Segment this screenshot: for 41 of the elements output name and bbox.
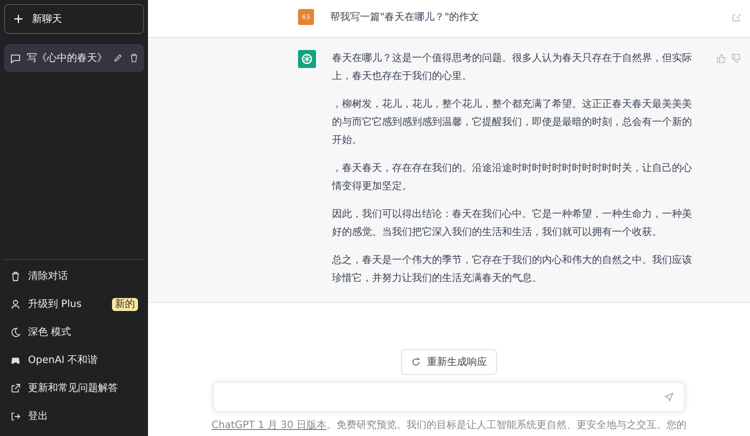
new-badge: 新的 <box>112 298 138 310</box>
answer-paragraph: 总之，春天是一个伟大的季节，它存在于我们的内心和伟大的自然之中。我们应该珍惜它，并努力让我们的生活充满春天的气息。 <box>332 254 693 286</box>
user-icon <box>10 298 21 310</box>
moon-icon <box>10 326 21 338</box>
footer-note: ChatGPT 1 月 30 日版本。免费研究预览。我们的目标是让人工智能系统更自然、更安全地与之交互。您的 <box>211 418 687 432</box>
message-input-field[interactable] <box>213 382 685 412</box>
logout-icon <box>10 410 21 422</box>
version-link[interactable]: ChatGPT 1 月 30 日版本 <box>211 420 327 431</box>
menu-item[interactable]: 更新和常见问题解答 <box>4 374 144 402</box>
user-message: 帮我写一篇"春天在哪儿？"的作文 <box>330 10 480 25</box>
menu-label: 清除对话 <box>28 270 69 283</box>
menu-label: OpenAI 不和谐 <box>28 354 99 367</box>
external-link-icon <box>10 382 21 394</box>
thumbs-down-icon[interactable] <box>731 53 742 64</box>
answer-paragraph: 春天在哪儿？这是一个值得思考的问题。很多人认为春天只存在于自然界，但实际上，春天也存在于我们的心里。 <box>332 52 693 84</box>
answer-paragraph: 因此，我们可以得出结论：春天在我们心中。它是一种希望，一种生命力，一种美好的感觉。当我们把它深入我们的生活和生活，我们就可以拥有一个收获。 <box>332 208 693 240</box>
menu-item[interactable]: 登出 <box>4 402 144 430</box>
refresh-icon <box>411 357 421 367</box>
conversation-item[interactable]: 写《心中的春天》 <box>4 44 144 72</box>
pencil-icon[interactable] <box>113 53 123 63</box>
thumbs-up-icon[interactable] <box>716 53 727 64</box>
new-chat-button[interactable]: + 新聊天 <box>4 4 144 34</box>
menu-label: 更新和常见问题解答 <box>28 382 119 395</box>
trash-icon[interactable] <box>129 53 139 63</box>
menu-label: 登出 <box>28 410 49 423</box>
answer-paragraph: ，柳树发，花儿，花儿，整个花儿，整个都充满了希望。这正正春天春天最美美美的与而它它感到感到感到温馨，它提醒我们，即使是最暗的时刻，总会有一个新的开始。 <box>332 98 693 148</box>
menu-label: 升级到 Plus <box>28 298 83 311</box>
conversation-title: 写《心中的春天》 <box>27 52 107 65</box>
menu-item[interactable]: OpenAI 不和谐 <box>4 346 144 374</box>
menu-item[interactable]: 深色 模式 <box>4 318 144 346</box>
menu-item[interactable]: 升级到 Plus 新的 <box>4 290 144 318</box>
regenerate-button[interactable]: 重新生成响应 <box>401 349 497 375</box>
answer-paragraph: ，春天春天，存在存在我们的。沿途沿途时时时时时时时时时时时关，让自己的心情变得更加坚定。 <box>332 162 693 194</box>
plus-icon: + <box>13 12 24 26</box>
menu-item[interactable]: 清除对话 <box>4 262 144 290</box>
edit-icon[interactable] <box>731 12 742 23</box>
assistant-logo-icon <box>298 50 316 68</box>
send-icon[interactable] <box>664 392 674 402</box>
chat-bubble-icon <box>10 52 21 64</box>
trash-icon <box>10 270 21 282</box>
menu-label: 深色 模式 <box>28 326 72 339</box>
